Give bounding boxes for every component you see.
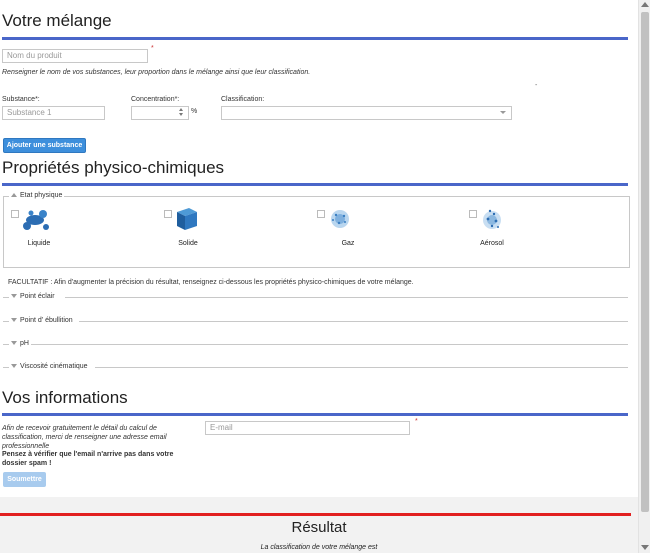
section-point-ebullition[interactable]: Point d' ébullition bbox=[3, 317, 628, 325]
section-label-text: Point éclair bbox=[20, 293, 55, 300]
scroll-up-icon[interactable] bbox=[641, 2, 649, 7]
spinner-down-icon[interactable] bbox=[179, 113, 183, 116]
section-viscosite[interactable]: Viscosité cinématique bbox=[3, 363, 628, 371]
stray-mark: - bbox=[535, 82, 538, 89]
section-label-text: Point d' ébullition bbox=[20, 317, 73, 324]
physical-state-fieldset bbox=[3, 196, 630, 268]
expand-down-icon bbox=[11, 341, 17, 346]
state-label-aerosol: Aérosol bbox=[480, 240, 504, 247]
mix-section-rule bbox=[2, 37, 628, 40]
state-label-liquide: Liquide bbox=[27, 240, 51, 247]
spam-warning: Pensez à vérifier que l'email n'arrive p… bbox=[2, 451, 174, 467]
section-line-left bbox=[3, 344, 9, 345]
product-name-input[interactable]: Nom du produit bbox=[2, 49, 148, 63]
classification-label: Classification: bbox=[221, 96, 265, 103]
section-point-eclair[interactable]: Point éclair bbox=[3, 293, 628, 301]
substance-input[interactable]: Substance 1 bbox=[2, 106, 105, 120]
section-label-text: Viscosité cinématique bbox=[20, 363, 88, 370]
section-label: Point d' ébullition bbox=[11, 317, 73, 324]
submit-button[interactable]: Soumettre bbox=[3, 472, 46, 487]
email-required-marker: * bbox=[415, 418, 418, 425]
aerosol-icon bbox=[483, 209, 501, 229]
result-rule bbox=[0, 513, 631, 516]
state-checkbox-aerosol[interactable] bbox=[469, 210, 477, 218]
liquid-icon bbox=[23, 210, 49, 230]
vertical-scrollbar[interactable] bbox=[638, 0, 650, 553]
expand-down-icon bbox=[11, 364, 17, 369]
mix-section-title: Votre mélange bbox=[2, 11, 112, 30]
concentration-spinner[interactable] bbox=[179, 107, 185, 117]
product-required-marker: * bbox=[151, 45, 154, 52]
section-line-left bbox=[3, 297, 9, 298]
concentration-unit: % bbox=[191, 108, 198, 115]
page-content: Votre mélange Nom du produit * Renseigne… bbox=[0, 0, 638, 553]
result-text: La classification de votre mélange est bbox=[260, 544, 378, 551]
optional-note: FACULTATIF : Afin d'augmenter la précisi… bbox=[8, 279, 414, 286]
info-section-title: Vos informations bbox=[2, 388, 128, 407]
spinner-up-icon[interactable] bbox=[179, 108, 183, 111]
scrollbar-thumb[interactable] bbox=[641, 12, 649, 512]
add-substance-button[interactable]: Ajouter une substance bbox=[3, 138, 86, 153]
state-checkbox-solide[interactable] bbox=[164, 210, 172, 218]
info-description: Afin de recevoir gratuitement le détail … bbox=[2, 425, 167, 450]
section-label-text: pH bbox=[20, 340, 29, 347]
physico-section-title: Propriétés physico-chimiques bbox=[2, 158, 225, 177]
section-line-right bbox=[65, 297, 628, 298]
section-ph[interactable]: pH bbox=[3, 340, 628, 348]
chevron-down-icon[interactable] bbox=[500, 111, 506, 114]
state-label-gaz: Gaz bbox=[341, 240, 355, 247]
physical-state-legend-label: Etat physique bbox=[20, 192, 63, 199]
info-section-rule bbox=[2, 413, 628, 416]
state-checkbox-gaz[interactable] bbox=[317, 210, 325, 218]
section-line-left bbox=[3, 367, 9, 368]
mix-instructions: Renseigner le nom de vos substances, leu… bbox=[2, 69, 311, 76]
gas-icon bbox=[331, 210, 349, 228]
physical-state-legend[interactable]: Etat physique bbox=[9, 192, 65, 199]
section-label: Point éclair bbox=[11, 293, 55, 300]
collapse-up-icon bbox=[11, 193, 17, 198]
substance-label: Substance*: bbox=[2, 96, 40, 103]
email-input[interactable]: E-mail bbox=[205, 421, 410, 435]
section-label: pH bbox=[11, 340, 29, 347]
physico-section-rule bbox=[2, 183, 628, 186]
solid-cube-icon bbox=[177, 208, 197, 230]
scroll-down-icon[interactable] bbox=[641, 545, 649, 550]
result-title: Résultat bbox=[291, 519, 347, 536]
section-line-right bbox=[79, 321, 628, 322]
section-line-right bbox=[95, 367, 628, 368]
section-line-right bbox=[31, 344, 628, 345]
section-line-left bbox=[3, 321, 9, 322]
expand-down-icon bbox=[11, 318, 17, 323]
expand-down-icon bbox=[11, 294, 17, 299]
classification-select[interactable] bbox=[221, 106, 512, 120]
result-panel: Résultat La classification de votre méla… bbox=[0, 497, 638, 553]
state-label-solide: Solide bbox=[178, 240, 198, 247]
section-label: Viscosité cinématique bbox=[11, 363, 88, 370]
concentration-label: Concentration*: bbox=[131, 96, 180, 103]
state-checkbox-liquide[interactable] bbox=[11, 210, 19, 218]
